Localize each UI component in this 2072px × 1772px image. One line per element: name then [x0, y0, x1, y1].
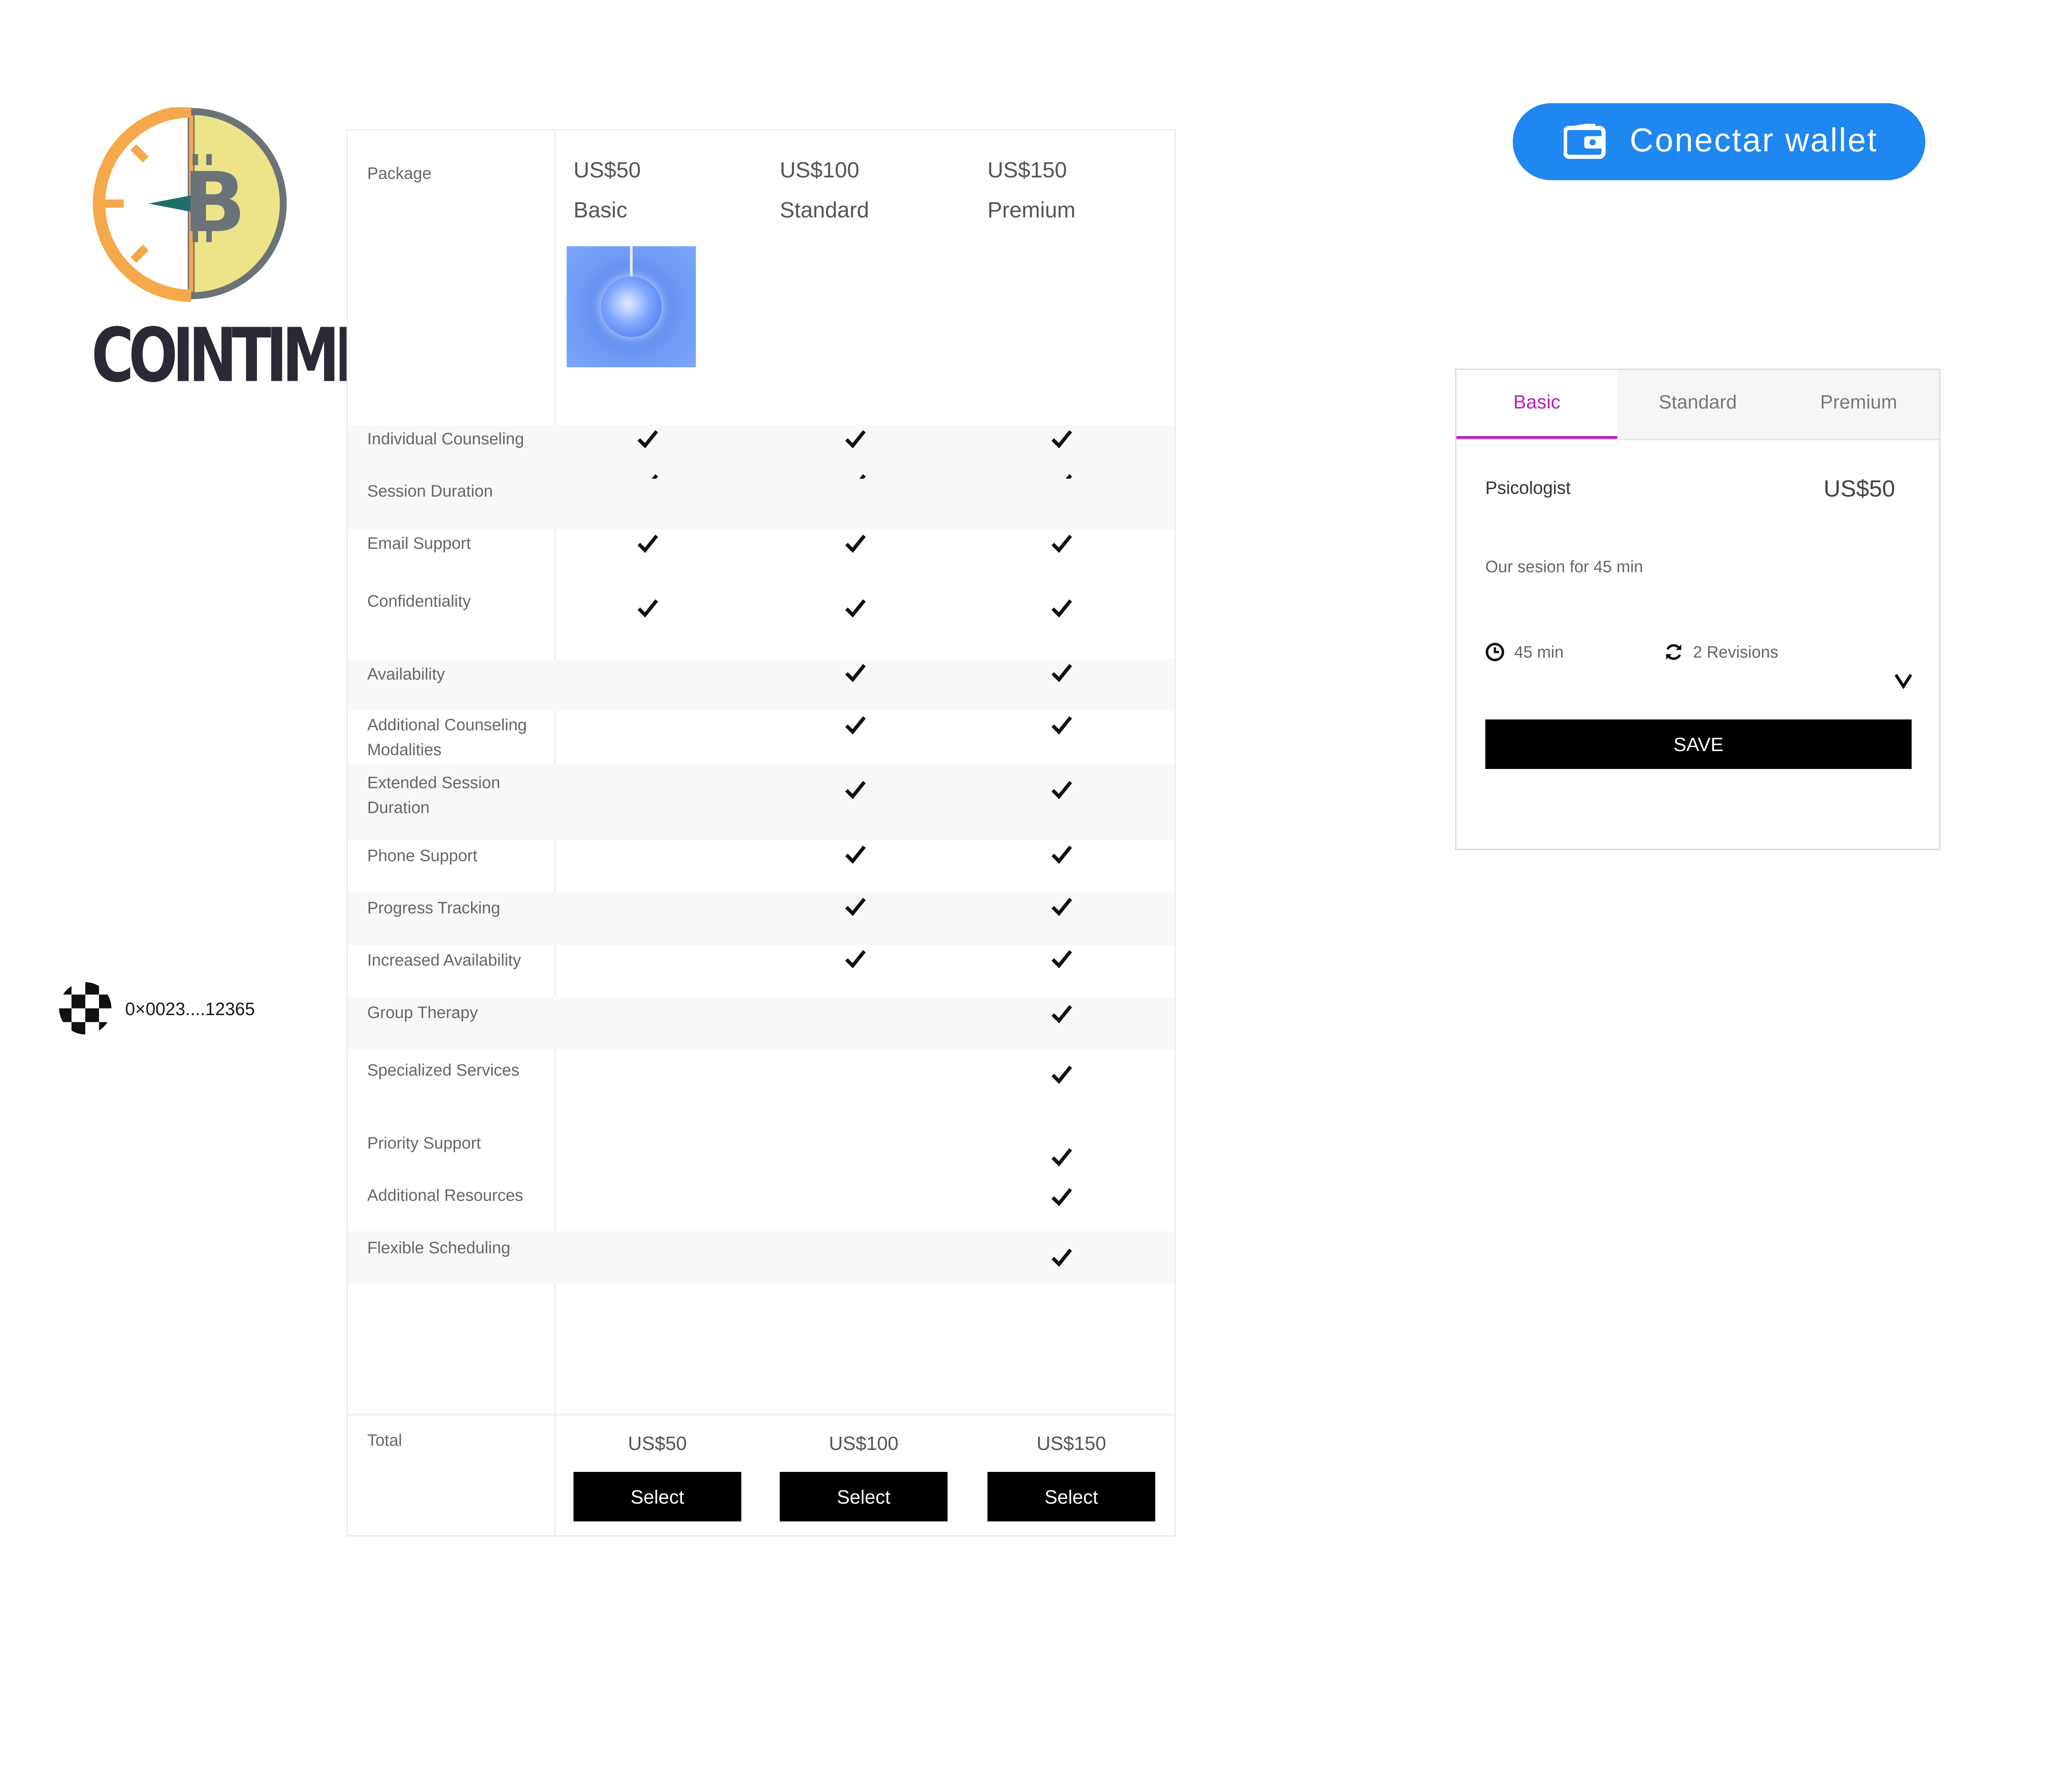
brand-logo: B COINTIME: [63, 107, 374, 399]
select-basic-button[interactable]: Select: [573, 1472, 741, 1522]
total-price-premium: US$150: [1036, 1432, 1106, 1454]
package-price: US$50: [573, 159, 641, 183]
package-name: Standard: [779, 199, 869, 223]
chevron-down-icon[interactable]: [1894, 673, 1913, 689]
feature-label: Additional Resources: [367, 1185, 523, 1205]
package-name: Basic: [573, 199, 627, 223]
card-price: US$50: [1823, 476, 1895, 502]
checkmark-icon: [1051, 1147, 1072, 1167]
feature-label: Extended Session Duration: [367, 773, 501, 817]
card-description: Our sesion for 45 min: [1485, 557, 1643, 577]
checkmark-icon: [845, 949, 867, 969]
wallet-address-text: 0×0023....12365: [125, 998, 255, 1019]
feature-label: Phone Support: [367, 846, 477, 865]
feature-label: Individual Counseling: [367, 429, 524, 448]
refresh-icon: [1666, 644, 1682, 660]
tab-standard[interactable]: Standard: [1617, 370, 1779, 439]
tab-premium[interactable]: Premium: [1778, 370, 1939, 439]
checkmark-icon: [1051, 473, 1072, 479]
checkmark-icon: [1051, 534, 1072, 553]
save-button[interactable]: SAVE: [1485, 719, 1912, 769]
package-column-standard: US$100 Standard: [780, 158, 869, 226]
checkmark-icon: [637, 473, 659, 479]
checkmark-icon: [1051, 599, 1072, 618]
brand-name: COINTIME: [91, 312, 374, 399]
feature-label: Confidentiality: [367, 591, 471, 611]
total-divider: [348, 1414, 1175, 1416]
package-price: US$100: [779, 159, 859, 183]
checkmark-icon: [845, 599, 867, 618]
checkmark-icon: [1051, 897, 1072, 916]
checkmark-icon: [637, 534, 659, 553]
feature-label: Priority Support: [367, 1133, 481, 1153]
total-price-standard: US$100: [829, 1432, 899, 1454]
ornament-string: [629, 246, 633, 277]
select-premium-button[interactable]: Select: [987, 1472, 1155, 1522]
feature-label: Email Support: [367, 533, 471, 553]
feature-label: Session Duration: [367, 481, 493, 501]
checkmark-icon: [1051, 663, 1072, 682]
clock-icon: [1486, 642, 1504, 662]
checkmark-icon: [845, 715, 867, 734]
checkmark-icon: [1051, 780, 1072, 799]
select-standard-button[interactable]: Select: [779, 1472, 948, 1522]
ornament-orb: [601, 276, 662, 337]
total-price-basic: US$50: [628, 1432, 687, 1454]
checkmark-icon: [1051, 1187, 1072, 1207]
card-title: Psicologist: [1485, 477, 1571, 498]
checkmark-icon: [1051, 715, 1072, 734]
feature-label: Increased Availability: [367, 950, 521, 970]
connect-wallet-button[interactable]: Conectar wallet: [1513, 103, 1926, 180]
checkmark-icon: [1051, 1065, 1072, 1084]
revisions-text: 2 Revisions: [1693, 642, 1779, 662]
package-column-premium: US$150 Premium: [988, 158, 1075, 226]
svg-text:B: B: [183, 155, 246, 251]
wallet-icon: [1564, 124, 1606, 159]
package-name: Premium: [987, 199, 1076, 223]
feature-label: Progress Tracking: [367, 898, 501, 918]
package-comparison-table: Package US$50 Basic US$100 Standard US$1…: [346, 129, 1176, 1537]
duration-text: 45 min: [1514, 642, 1564, 662]
package-image: [566, 246, 696, 368]
feature-label: Flexible Scheduling: [367, 1238, 511, 1258]
checkmark-icon: [845, 897, 867, 916]
checkmark-icon: [845, 845, 867, 864]
feature-label: Specialized Services: [367, 1060, 520, 1080]
wallet-address: 0×0023....12365: [58, 981, 255, 1036]
bitcoin-clock-icon: B: [93, 107, 287, 302]
checkmark-icon: [1051, 845, 1072, 864]
feature-label: Availability: [367, 664, 445, 684]
feature-label: Additional Counseling Modalities: [367, 715, 527, 759]
checkmark-icon: [637, 599, 659, 618]
checkmark-icon: [845, 663, 867, 682]
total-label: Total: [367, 1430, 402, 1450]
checkmark-icon: [637, 429, 659, 448]
checkmark-icon: [845, 780, 867, 799]
package-price: US$150: [987, 159, 1067, 183]
checkmark-icon: [845, 473, 867, 479]
identicon-avatar: [59, 982, 111, 1035]
checkmark-icon: [1051, 1004, 1072, 1023]
package-header-label: Package: [367, 163, 432, 183]
duration-info: 45 min: [1485, 642, 1564, 662]
checkmark-icon: [1051, 429, 1072, 448]
tab-basic[interactable]: Basic: [1456, 370, 1617, 439]
package-detail-card: Basic Standard Premium Psicologist US$50…: [1455, 368, 1941, 850]
connect-wallet-label: Conectar wallet: [1629, 122, 1878, 160]
checkmark-icon: [845, 429, 867, 448]
checkmark-icon: [1051, 1248, 1072, 1267]
package-tabs: Basic Standard Premium: [1456, 370, 1939, 440]
checkmark-icon: [845, 534, 867, 553]
checkmark-icon: [1051, 949, 1072, 969]
feature-label: Group Therapy: [367, 1003, 478, 1022]
package-column-basic: US$50 Basic: [574, 158, 641, 226]
revisions-info: 2 Revisions: [1664, 642, 1779, 662]
